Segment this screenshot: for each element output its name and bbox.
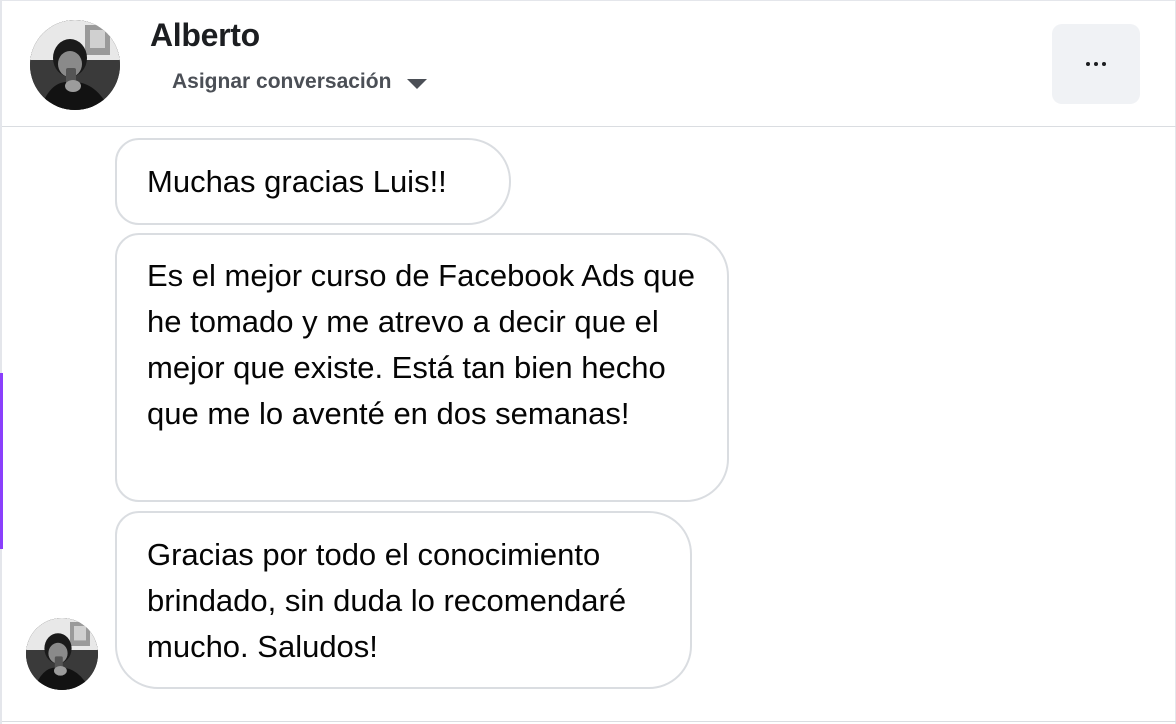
message-text: Es el mejor curso de Facebook Ads que he… xyxy=(147,258,695,431)
more-options-button[interactable] xyxy=(1052,24,1140,104)
assign-conversation-dropdown[interactable]: Asignar conversación xyxy=(172,67,428,97)
message-text: Muchas gracias Luis!! xyxy=(147,164,447,199)
message-bubble[interactable]: Muchas gracias Luis!! xyxy=(115,138,511,225)
conversation-header: Alberto Asignar conversación xyxy=(2,1,1176,127)
more-horizontal-icon xyxy=(1086,62,1106,66)
message-text: Gracias por todo el conocimiento brindad… xyxy=(147,537,627,664)
assign-conversation-label: Asignar conversación xyxy=(172,70,392,93)
message-bubble[interactable]: Gracias por todo el conocimiento brindad… xyxy=(115,511,692,689)
caret-down-icon xyxy=(407,79,428,89)
divider xyxy=(2,721,1176,722)
selection-indicator xyxy=(0,373,3,549)
conversation-panel: Alberto Asignar conversación Muchas grac… xyxy=(0,0,1176,724)
sender-avatar[interactable] xyxy=(26,618,98,690)
contact-avatar[interactable] xyxy=(30,20,120,110)
contact-name: Alberto xyxy=(150,17,260,53)
message-bubble[interactable]: Es el mejor curso de Facebook Ads que he… xyxy=(115,233,729,502)
